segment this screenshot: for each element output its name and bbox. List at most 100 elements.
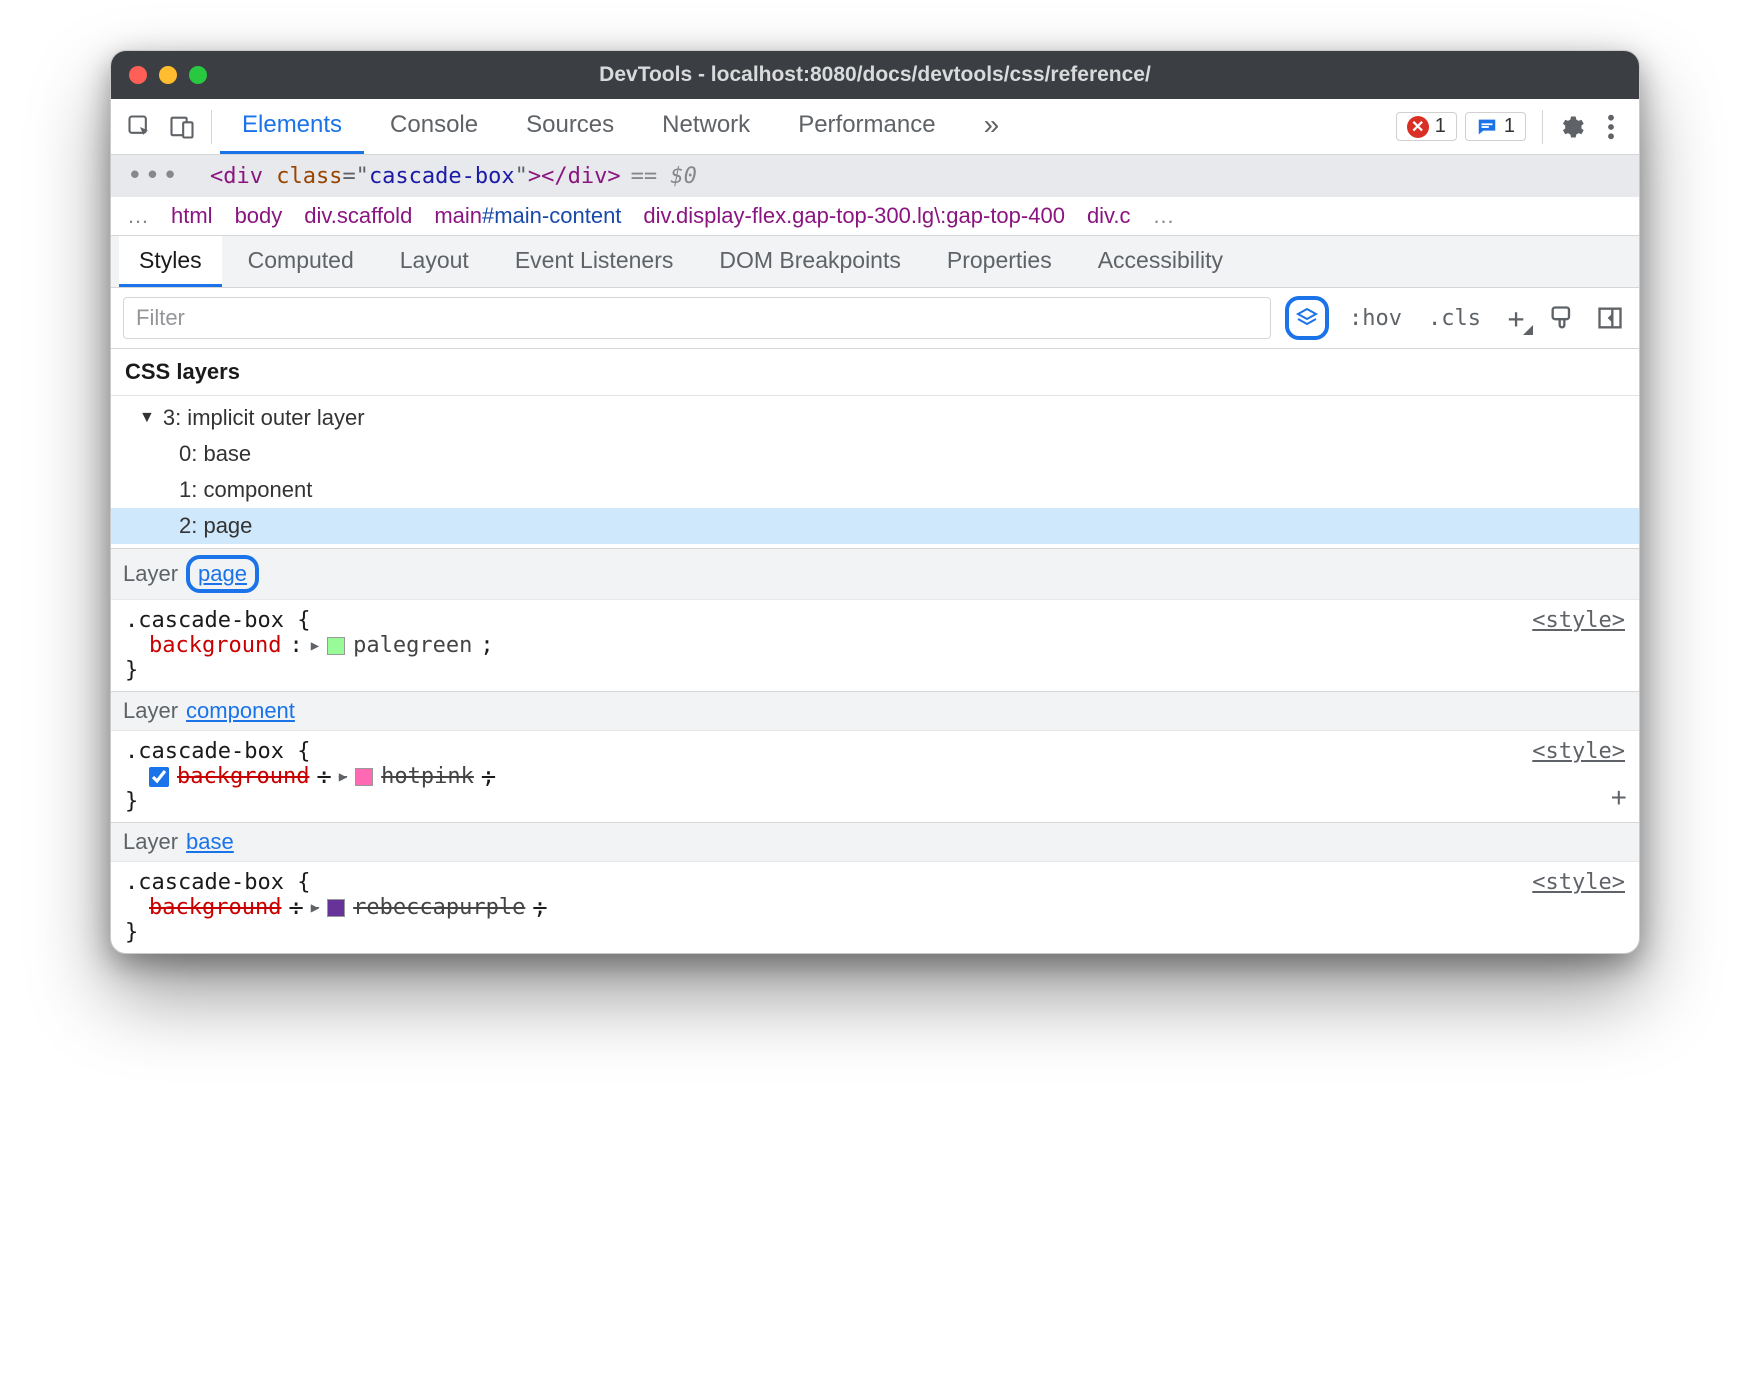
crumb[interactable]: div.scaffold — [304, 203, 412, 229]
color-swatch[interactable] — [327, 637, 345, 655]
rule-source-link[interactable]: <style> — [1532, 608, 1625, 633]
color-swatch[interactable] — [355, 768, 373, 786]
gear-icon — [1557, 113, 1585, 141]
selector[interactable]: .cascade-box — [125, 870, 284, 895]
tab-performance[interactable]: Performance — [776, 99, 957, 154]
devtools-window: DevTools - localhost:8080/docs/devtools/… — [110, 50, 1640, 954]
layer-tree-root-label: 3: implicit outer layer — [163, 405, 365, 431]
device-toolbar-icon[interactable] — [161, 106, 203, 148]
subtab-event-listeners[interactable]: Event Listeners — [495, 236, 694, 287]
css-layers-tree: ▼ 3: implicit outer layer 0: base 1: com… — [111, 396, 1639, 548]
new-style-rule-button[interactable]: + — [1501, 303, 1531, 333]
crumb-overflow-left[interactable]: … — [127, 203, 149, 229]
tab-elements[interactable]: Elements — [220, 99, 364, 154]
style-rule-layer-header: Layer base — [111, 822, 1639, 862]
subtab-accessibility[interactable]: Accessibility — [1078, 236, 1243, 287]
crumb[interactable]: html — [171, 203, 213, 229]
css-value[interactable]: hotpink — [381, 764, 474, 789]
css-layers-header: CSS layers — [111, 349, 1639, 396]
dom-collapse-icon[interactable]: ••• — [127, 161, 180, 191]
main-toolbar: Elements Console Sources Network Perform… — [111, 99, 1639, 155]
shorthand-expand-icon[interactable]: ▶ — [311, 638, 319, 654]
subtab-dom-breakpoints[interactable]: DOM Breakpoints — [699, 236, 921, 287]
more-options-button[interactable] — [1591, 107, 1631, 147]
rule-source-link[interactable]: <style> — [1532, 870, 1625, 895]
message-count: 1 — [1504, 115, 1515, 138]
tab-sources[interactable]: Sources — [504, 99, 636, 154]
property-toggle-checkbox[interactable] — [149, 767, 169, 787]
titlebar: DevTools - localhost:8080/docs/devtools/… — [111, 51, 1639, 99]
tabs-overflow[interactable]: » — [962, 99, 1022, 154]
error-count: 1 — [1435, 115, 1446, 138]
crumb[interactable]: main#main-content — [434, 203, 621, 229]
layer-link[interactable]: base — [186, 829, 234, 855]
subtab-layout[interactable]: Layout — [380, 236, 489, 287]
crumb[interactable]: div.display-flex.gap-top-300.lg\:gap-top… — [643, 203, 1065, 229]
rendering-emulations-button[interactable] — [1545, 301, 1579, 335]
messages-badge[interactable]: 1 — [1465, 112, 1526, 141]
color-swatch[interactable] — [327, 899, 345, 917]
selector[interactable]: .cascade-box — [125, 739, 284, 764]
styles-subtabs: Styles Computed Layout Event Listeners D… — [111, 236, 1639, 288]
message-icon — [1476, 116, 1498, 138]
style-rule[interactable]: <style> .cascade-box { background: ▶ hot… — [111, 731, 1639, 822]
rule-source-link[interactable]: <style> — [1532, 739, 1625, 764]
hov-toggle[interactable]: :hov — [1343, 306, 1408, 331]
kebab-icon — [1607, 113, 1615, 141]
dom-breadcrumbs[interactable]: … html body div.scaffold main#main-conte… — [111, 197, 1639, 236]
add-property-button[interactable]: + — [1611, 782, 1627, 814]
tab-network[interactable]: Network — [640, 99, 772, 154]
selector[interactable]: .cascade-box — [125, 608, 284, 633]
error-icon: ✕ — [1407, 116, 1429, 138]
crumb[interactable]: body — [235, 203, 283, 229]
subtab-styles[interactable]: Styles — [119, 236, 222, 287]
crumb[interactable]: div.c — [1087, 203, 1131, 229]
style-rule-layer-header: Layer page — [111, 548, 1639, 600]
layer-header-label: Layer — [123, 829, 178, 855]
css-property[interactable]: background — [149, 895, 281, 920]
tab-console[interactable]: Console — [368, 99, 500, 154]
layer-link[interactable]: component — [186, 698, 295, 724]
css-value[interactable]: rebeccapurple — [353, 895, 525, 920]
toolbar-divider — [1542, 110, 1543, 144]
css-layers-toggle[interactable] — [1285, 296, 1329, 340]
computed-sidebar-toggle[interactable] — [1593, 301, 1627, 335]
panel-tabs: Elements Console Sources Network Perform… — [220, 99, 1021, 154]
css-value[interactable]: palegreen — [353, 633, 472, 658]
subtab-properties[interactable]: Properties — [927, 236, 1072, 287]
css-property[interactable]: background — [149, 633, 281, 658]
brush-icon — [1548, 304, 1576, 332]
layer-header-label: Layer — [123, 561, 178, 587]
inspect-element-icon[interactable] — [119, 106, 161, 148]
crumb-overflow-right[interactable]: … — [1153, 203, 1175, 229]
panel-icon — [1596, 304, 1624, 332]
layer-tree-item[interactable]: 2: page — [111, 508, 1639, 544]
style-rule[interactable]: <style> .cascade-box { background: ▶ pal… — [111, 600, 1639, 691]
window-title: DevTools - localhost:8080/docs/devtools/… — [111, 63, 1639, 87]
disclosure-triangle-icon[interactable]: ▼ — [139, 409, 155, 427]
toolbar-divider — [211, 110, 212, 144]
subtab-computed[interactable]: Computed — [228, 236, 374, 287]
maximize-window-button[interactable] — [189, 66, 207, 84]
styles-filter-row: :hov .cls + — [111, 288, 1639, 349]
layer-link[interactable]: page — [186, 555, 259, 593]
layer-tree-item[interactable]: 0: base — [111, 436, 1639, 472]
layers-icon — [1295, 306, 1319, 330]
dom-node-html: <div class="cascade-box"></div> — [210, 164, 621, 189]
window-controls — [129, 66, 207, 84]
layer-header-label: Layer — [123, 698, 178, 724]
layer-tree-root[interactable]: ▼ 3: implicit outer layer — [111, 400, 1639, 436]
minimize-window-button[interactable] — [159, 66, 177, 84]
dom-selected-node[interactable]: ••• <div class="cascade-box"></div> == $… — [111, 155, 1639, 197]
css-property[interactable]: background — [177, 764, 309, 789]
cls-toggle[interactable]: .cls — [1422, 306, 1487, 331]
shorthand-expand-icon[interactable]: ▶ — [339, 769, 347, 785]
errors-badge[interactable]: ✕ 1 — [1396, 112, 1457, 141]
style-rule[interactable]: <style> .cascade-box { background: ▶ reb… — [111, 862, 1639, 953]
settings-button[interactable] — [1551, 107, 1591, 147]
dom-eq0: == $0 — [631, 164, 697, 189]
styles-filter-input[interactable] — [123, 297, 1271, 339]
shorthand-expand-icon[interactable]: ▶ — [311, 900, 319, 916]
layer-tree-item[interactable]: 1: component — [111, 472, 1639, 508]
close-window-button[interactable] — [129, 66, 147, 84]
